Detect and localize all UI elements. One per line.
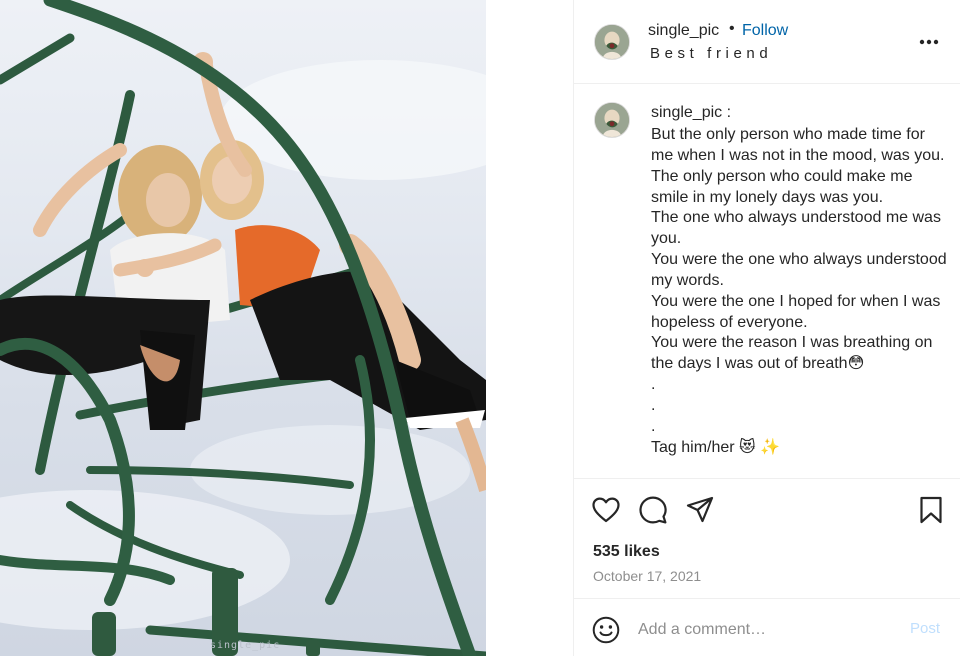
save-button[interactable] xyxy=(916,495,946,525)
caption-username[interactable]: single_pic : xyxy=(651,104,731,122)
comment-input[interactable] xyxy=(638,617,908,643)
share-button[interactable] xyxy=(685,495,715,525)
avatar-image xyxy=(595,103,629,137)
bookmark-icon xyxy=(920,496,942,524)
caption-section: single_pic : But the only person who mad… xyxy=(574,85,960,478)
photo-illustration xyxy=(0,0,486,656)
caption-avatar[interactable] xyxy=(594,102,630,138)
post-photo[interactable]: single_pic xyxy=(0,0,486,656)
post-comment-button[interactable]: Post xyxy=(910,620,940,637)
comment-button[interactable] xyxy=(638,495,668,525)
post-date[interactable]: October 17, 2021 xyxy=(593,568,701,584)
caption-text: But the only person who made time for me… xyxy=(651,126,947,456)
photo-watermark: single_pic xyxy=(210,640,281,651)
heart-icon xyxy=(592,497,620,523)
smiley-icon xyxy=(592,616,620,644)
author-avatar[interactable] xyxy=(594,24,630,60)
send-icon xyxy=(686,496,714,523)
emoji-button[interactable] xyxy=(592,616,620,644)
photo-gutter xyxy=(486,0,574,656)
follow-button[interactable]: Follow xyxy=(742,22,788,40)
avatar-image xyxy=(595,25,629,59)
post-sidebar: single_pic • Follow Best friend single_p… xyxy=(573,0,960,656)
like-button[interactable] xyxy=(591,495,621,525)
likes-count[interactable]: 535 likes xyxy=(593,543,660,561)
comment-icon xyxy=(639,496,667,524)
post-actions: 535 likes October 17, 2021 xyxy=(574,478,960,598)
header-separator: • xyxy=(729,20,735,37)
more-horizontal-icon xyxy=(919,39,939,45)
post-header: single_pic • Follow Best friend xyxy=(574,0,960,84)
more-options-icon[interactable] xyxy=(917,30,941,54)
post-location[interactable]: Best friend xyxy=(650,45,772,62)
comment-bar: Post xyxy=(574,598,960,656)
author-username[interactable]: single_pic xyxy=(648,22,719,40)
